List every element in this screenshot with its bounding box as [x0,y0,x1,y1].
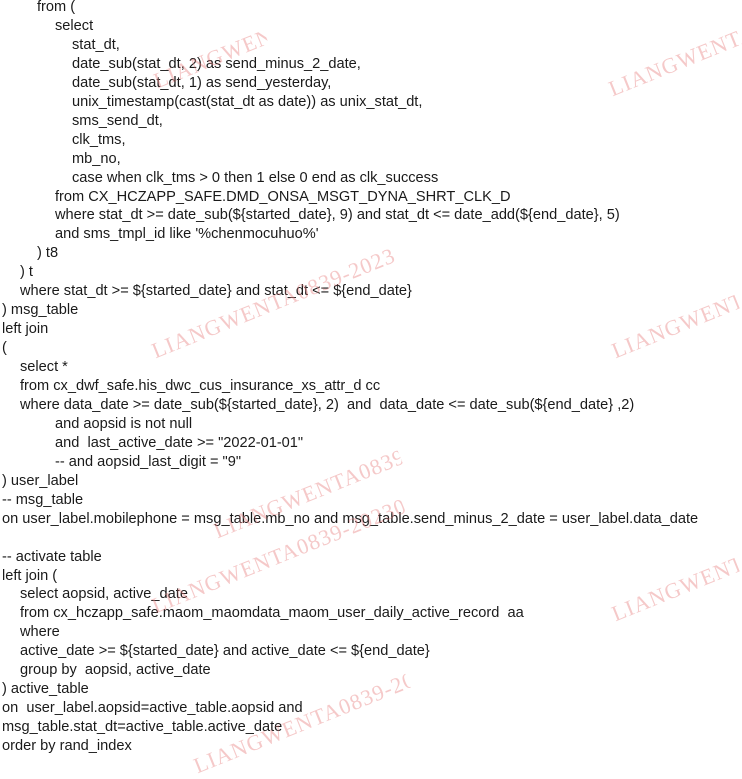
code-editor[interactable]: from ( select stat_dt, date_sub(stat_dt, 2)… [0,0,742,778]
code-line: select [55,17,94,34]
code-line: and last_active_date >= "2022-01-01" [55,434,304,451]
code-line: from ( [37,0,76,15]
code-line: clk_tms, [72,131,126,148]
code-line: on user_label.aopsid=active_table.aopsid… [2,700,303,717]
code-line: ( [2,340,7,357]
code-line: from CX_HCZAPP_SAFE.DMD_ONSA_MSGT_DYNA_S… [55,188,511,205]
code-line: ) t8 [37,245,59,262]
code-line: left join [2,321,49,338]
code-line: ) active_table [2,681,89,698]
code-line: where stat_dt >= date_sub(${started_date… [55,207,620,224]
code-line: where stat_dt >= ${started_date} and sta… [20,283,412,300]
code-line: sms_send_dt, [72,112,163,129]
watermark-text: LIANGWENTA0839-20230321 [608,552,742,627]
code-line: select aopsid, active_date [20,586,188,603]
code-line: case when clk_tms > 0 then 1 else 0 end … [72,169,439,186]
code-line: where data_date >= date_sub(${started_da… [20,396,635,413]
code-line: order by rand_index [2,738,132,755]
code-line: -- and aopsid_last_digit = "9" [55,453,242,470]
code-line: ) user_label [2,472,79,489]
code-line: where [20,624,60,641]
code-line: date_sub(stat_dt, 1) as send_yesterday, [72,74,332,91]
code-line: mb_no, [72,150,121,167]
watermark-text: LIANGWENTA0839-20230321 [608,289,742,364]
code-line: group by aopsid, active_date [20,662,211,679]
code-line: -- activate table [2,548,102,565]
code-line: from cx_hczapp_safe.maom_maomdata_maom_u… [20,605,524,622]
code-line: date_sub(stat_dt, 2) as send_minus_2_dat… [72,55,361,72]
watermark-text: LIANGWENTA0839-20230321 [605,25,742,102]
code-line: ) t [20,264,33,281]
code-line: from cx_dwf_safe.his_dwc_cus_insurance_x… [20,378,381,394]
code-line: and sms_tmpl_id like '%chenmocuhuo%' [55,226,319,243]
code-line: ) msg_table [2,302,79,319]
code-line: active_date >= ${started_date} and activ… [20,643,430,660]
code-line: and aopsid is not null [55,415,193,432]
code-line: select * [20,359,68,376]
code-line: -- msg_table [2,491,84,508]
code-line: unix_timestamp(cast(stat_dt as date)) as… [72,93,423,110]
code-line: msg_table.stat_dt=active_table.active_da… [2,719,283,736]
watermark-text: LIANGWENTA0839-20230321 [148,242,399,364]
code-line: on user_label.mobilephone = msg_table.mb… [2,510,699,527]
code-line: left join ( [2,567,58,584]
code-line: stat_dt, [72,36,120,53]
